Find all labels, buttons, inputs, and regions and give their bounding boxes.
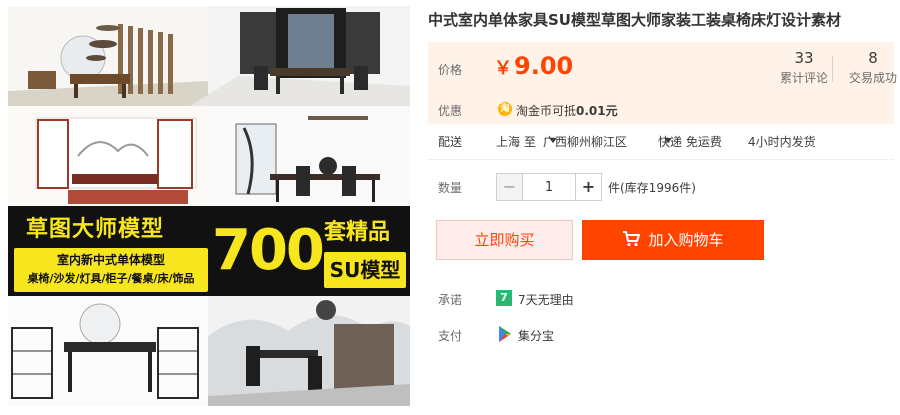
dispatch-time: 4小时内发货 <box>748 135 816 149</box>
sales-count[interactable]: 8 交易成功 <box>842 49 900 86</box>
promo-banner: 草图大师模型 室内新中式单体模型 桌椅/沙发/灯具/柜子/餐桌/床/饰品 700… <box>8 206 410 296</box>
quantity-input[interactable] <box>524 174 574 200</box>
promo-text: 淘金币可抵0.01元 <box>516 102 618 119</box>
banner-headline: 草图大师模型 <box>26 217 165 242</box>
price-section: 价格 ￥9.00 33 累计评论 8 交易成功 <box>428 42 897 96</box>
shipping-method: 快递 免运费 <box>658 135 722 149</box>
shipping-destination-select[interactable]: 广西柳州柳江区 <box>543 133 627 149</box>
banner-number: 700 <box>212 218 325 283</box>
promo-label: 优惠 <box>438 104 463 118</box>
currency-symbol: ￥ <box>494 58 512 79</box>
increase-quantity-button[interactable]: + <box>575 174 601 200</box>
jifenbao-icon <box>499 326 511 342</box>
review-count-number: 33 <box>794 49 814 67</box>
review-count[interactable]: 33 累计评论 <box>774 49 834 86</box>
sales-count-label: 交易成功 <box>848 71 897 85</box>
price-amount: 9.00 <box>514 52 574 80</box>
review-count-label: 累计评论 <box>779 71 828 85</box>
product-title: 中式室内单体家具SU模型草图大师家装工装桌椅床灯设计素材 <box>428 11 841 29</box>
divider <box>428 159 894 160</box>
quantity-label: 数量 <box>438 181 463 195</box>
product-image[interactable]: 草图大师模型 室内新中式单体模型 桌椅/沙发/灯具/柜子/餐桌/床/饰品 700… <box>8 6 410 406</box>
promo-section: 优惠 淘 淘金币可抵0.01元 <box>428 96 894 124</box>
banner-subtitle-box: 室内新中式单体模型 桌椅/沙发/灯具/柜子/餐桌/床/饰品 <box>14 248 208 292</box>
stat-divider <box>832 56 833 82</box>
purchase-panel: 中式室内单体家具SU模型草图大师家装工装桌椅床灯设计素材 价格 ￥9.00 33… <box>428 0 897 415</box>
seven-day-return-icon: 7 <box>496 290 512 306</box>
banner-suffix: 套精品 <box>324 220 391 245</box>
quantity-stepper: − + <box>496 173 602 201</box>
banner-tag: SU模型 <box>324 252 406 288</box>
shipping-label: 配送 <box>438 135 463 149</box>
add-to-cart-button[interactable]: 加入购物车 <box>582 220 764 260</box>
buy-now-button[interactable]: 立即购买 <box>436 220 573 260</box>
price-value: ￥9.00 <box>494 52 573 80</box>
guarantee-label: 承诺 <box>438 293 463 307</box>
shipping-method-select[interactable]: 快递 免运费 <box>658 133 722 149</box>
stock-text: 件(库存1996件) <box>608 181 696 195</box>
banner-subtitle-2: 桌椅/沙发/灯具/柜子/餐桌/床/饰品 <box>27 272 195 285</box>
payment-text[interactable]: 集分宝 <box>518 327 554 344</box>
shipping-destination: 广西柳州柳江区 <box>543 135 628 149</box>
payment-label: 支付 <box>438 329 463 343</box>
add-to-cart-label: 加入购物车 <box>648 231 724 249</box>
guarantee-text[interactable]: 7天无理由 <box>518 291 574 308</box>
price-label: 价格 <box>438 63 463 77</box>
promo-text-main: 淘金币可抵 <box>516 104 577 118</box>
banner-subtitle-1: 室内新中式单体模型 <box>56 253 165 267</box>
sales-count-number: 8 <box>868 49 878 67</box>
promo-value: 0.01元 <box>576 104 618 118</box>
decrease-quantity-button[interactable]: − <box>497 174 523 200</box>
cart-icon <box>623 231 641 247</box>
shipping-from: 上海 至 <box>496 135 536 149</box>
taojinbi-coin-icon: 淘 <box>498 102 512 116</box>
